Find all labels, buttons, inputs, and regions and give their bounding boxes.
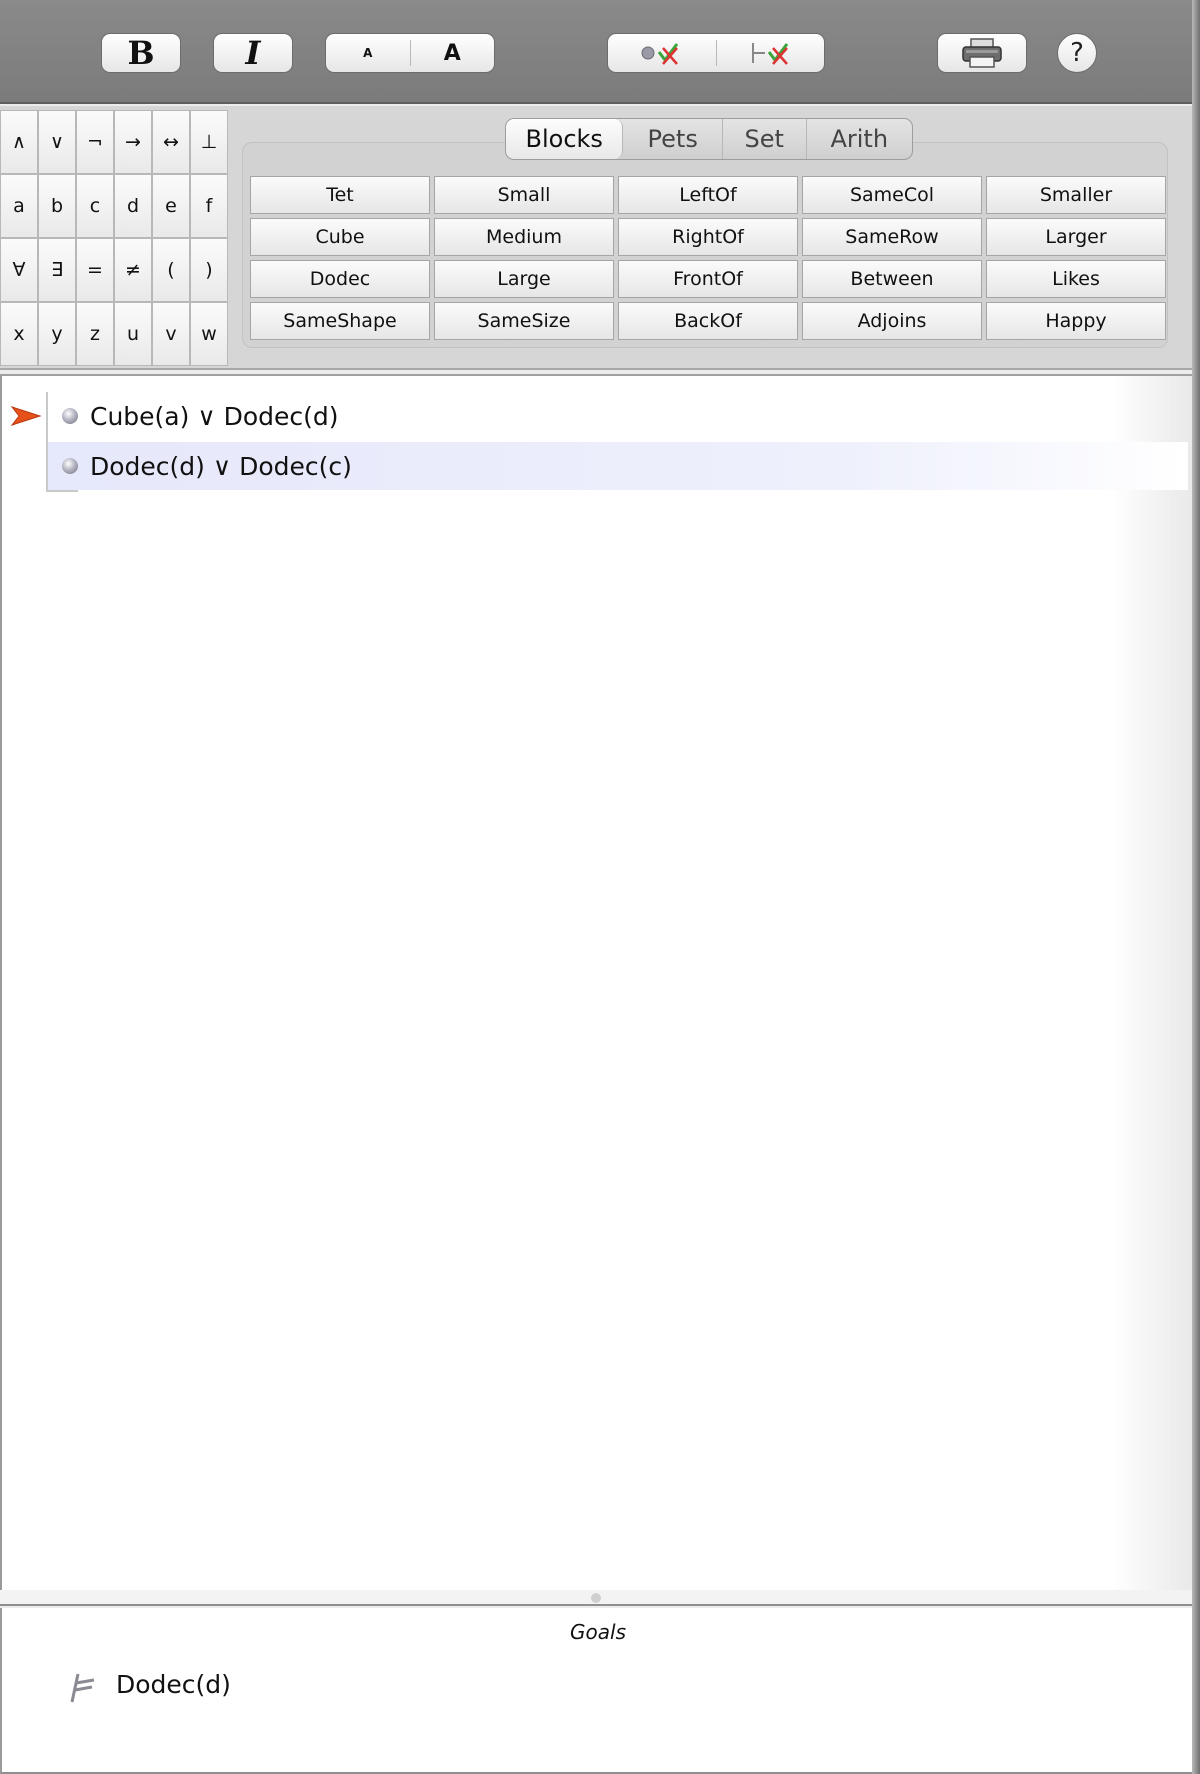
symbol-x[interactable]: x <box>0 302 38 366</box>
font-size-control: A A <box>325 33 495 73</box>
symbol-or[interactable]: ∨ <box>38 110 76 174</box>
premise-row[interactable]: Cube(a) ∨ Dodec(d) <box>48 392 1188 440</box>
symbol-f[interactable]: f <box>190 174 228 238</box>
goal-sentence[interactable]: Dodec(d) <box>116 1670 231 1699</box>
pane-splitter[interactable] <box>0 1590 1192 1606</box>
symbol-iff[interactable]: ↔ <box>152 110 190 174</box>
symbol-b[interactable]: b <box>38 174 76 238</box>
print-button[interactable] <box>937 33 1027 73</box>
tab-blocks[interactable]: Blocks <box>506 119 624 159</box>
printer-icon <box>962 38 1002 68</box>
italic-label: I <box>245 34 261 72</box>
proof-edge-shade <box>1112 376 1192 1590</box>
symbol-e[interactable]: e <box>152 174 190 238</box>
predicate-samerow[interactable]: SameRow <box>802 218 982 256</box>
predicate-sameshape[interactable]: SameShape <box>250 302 430 340</box>
symbol-w[interactable]: w <box>190 302 228 366</box>
font-smaller-button[interactable]: A <box>326 34 410 72</box>
tab-set[interactable]: Set <box>723 119 807 159</box>
predicate-happy[interactable]: Happy <box>986 302 1166 340</box>
font-larger-button[interactable]: A <box>411 34 495 72</box>
logic-symbol-grid: ∧ ∨ ¬ → ↔ ⊥ a b c d e f ∀ ∃ = ≠ ( ) x y … <box>0 110 228 366</box>
symbol-forall[interactable]: ∀ <box>0 238 38 302</box>
symbol-a[interactable]: a <box>0 174 38 238</box>
predicate-adjoins[interactable]: Adjoins <box>802 302 982 340</box>
predicate-frontof[interactable]: FrontOf <box>618 260 798 298</box>
symbol-u[interactable]: u <box>114 302 152 366</box>
predicate-leftof[interactable]: LeftOf <box>618 176 798 214</box>
symbol-equals[interactable]: = <box>76 238 114 302</box>
tab-pets[interactable]: Pets <box>623 119 723 159</box>
predicate-smaller[interactable]: Smaller <box>986 176 1166 214</box>
premise-sentence: Dodec(d) ∨ Dodec(c) <box>90 451 352 481</box>
symbol-exists[interactable]: ∃ <box>38 238 76 302</box>
predicate-large[interactable]: Large <box>434 260 614 298</box>
premise-sentence: Cube(a) ∨ Dodec(d) <box>90 401 339 431</box>
proof-area[interactable]: Cube(a) ∨ Dodec(d) Dodec(d) ∨ Dodec(c) <box>0 374 1192 1590</box>
predicate-tet[interactable]: Tet <box>250 176 430 214</box>
symbol-not-equals[interactable]: ≠ <box>114 238 152 302</box>
step-status-icon <box>62 408 78 424</box>
goals-panel: Goals Dodec(d) <box>0 1608 1192 1774</box>
symbol-z[interactable]: z <box>76 302 114 366</box>
symbol-contradiction[interactable]: ⊥ <box>190 110 228 174</box>
help-button[interactable]: ? <box>1057 33 1097 73</box>
symbol-c[interactable]: c <box>76 174 114 238</box>
symbol-v[interactable]: v <box>152 302 190 366</box>
predicate-rightof[interactable]: RightOf <box>618 218 798 256</box>
toolbar: B I A A ? <box>0 0 1200 104</box>
predicate-backof[interactable]: BackOf <box>618 302 798 340</box>
verify-control <box>607 33 825 73</box>
symbol-not[interactable]: ¬ <box>76 110 114 174</box>
step-status-icon <box>62 458 78 474</box>
check-consequence-button[interactable] <box>717 34 825 72</box>
help-label: ? <box>1070 38 1084 68</box>
italic-button[interactable]: I <box>213 33 293 73</box>
check-consequence-icon <box>752 43 789 65</box>
predicate-between[interactable]: Between <box>802 260 982 298</box>
window-edge <box>1192 0 1200 1774</box>
symbol-left-paren[interactable]: ( <box>152 238 190 302</box>
goal-turnstile-icon <box>70 1673 95 1703</box>
predicate-larger[interactable]: Larger <box>986 218 1166 256</box>
current-step-arrow-icon <box>10 406 42 426</box>
predicate-dodec[interactable]: Dodec <box>250 260 430 298</box>
check-sentence-button[interactable] <box>608 34 716 72</box>
bold-button[interactable]: B <box>101 33 181 73</box>
splitter-grip-icon <box>591 1593 601 1603</box>
fitch-bar <box>46 490 78 492</box>
tab-arith[interactable]: Arith <box>807 119 912 159</box>
predicate-medium[interactable]: Medium <box>434 218 614 256</box>
symbol-y[interactable]: y <box>38 302 76 366</box>
predicate-small[interactable]: Small <box>434 176 614 214</box>
predicate-samesize[interactable]: SameSize <box>434 302 614 340</box>
goals-title: Goals <box>570 1620 626 1644</box>
check-sentence-icon <box>641 43 678 65</box>
predicate-button-grid: Tet Small LeftOf SameCol Smaller Cube Me… <box>250 176 1166 340</box>
predicate-likes[interactable]: Likes <box>986 260 1166 298</box>
symbol-right-paren[interactable]: ) <box>190 238 228 302</box>
symbol-implies[interactable]: → <box>114 110 152 174</box>
predicate-samecol[interactable]: SameCol <box>802 176 982 214</box>
font-larger-label: A <box>443 40 461 66</box>
symbol-d[interactable]: d <box>114 174 152 238</box>
premise-row-selected[interactable]: Dodec(d) ∨ Dodec(c) <box>48 442 1188 490</box>
bold-label: B <box>127 34 155 72</box>
symbol-and[interactable]: ∧ <box>0 110 38 174</box>
language-tabs: Blocks Pets Set Arith <box>505 118 913 160</box>
predicate-cube[interactable]: Cube <box>250 218 430 256</box>
font-smaller-label: A <box>363 46 373 60</box>
